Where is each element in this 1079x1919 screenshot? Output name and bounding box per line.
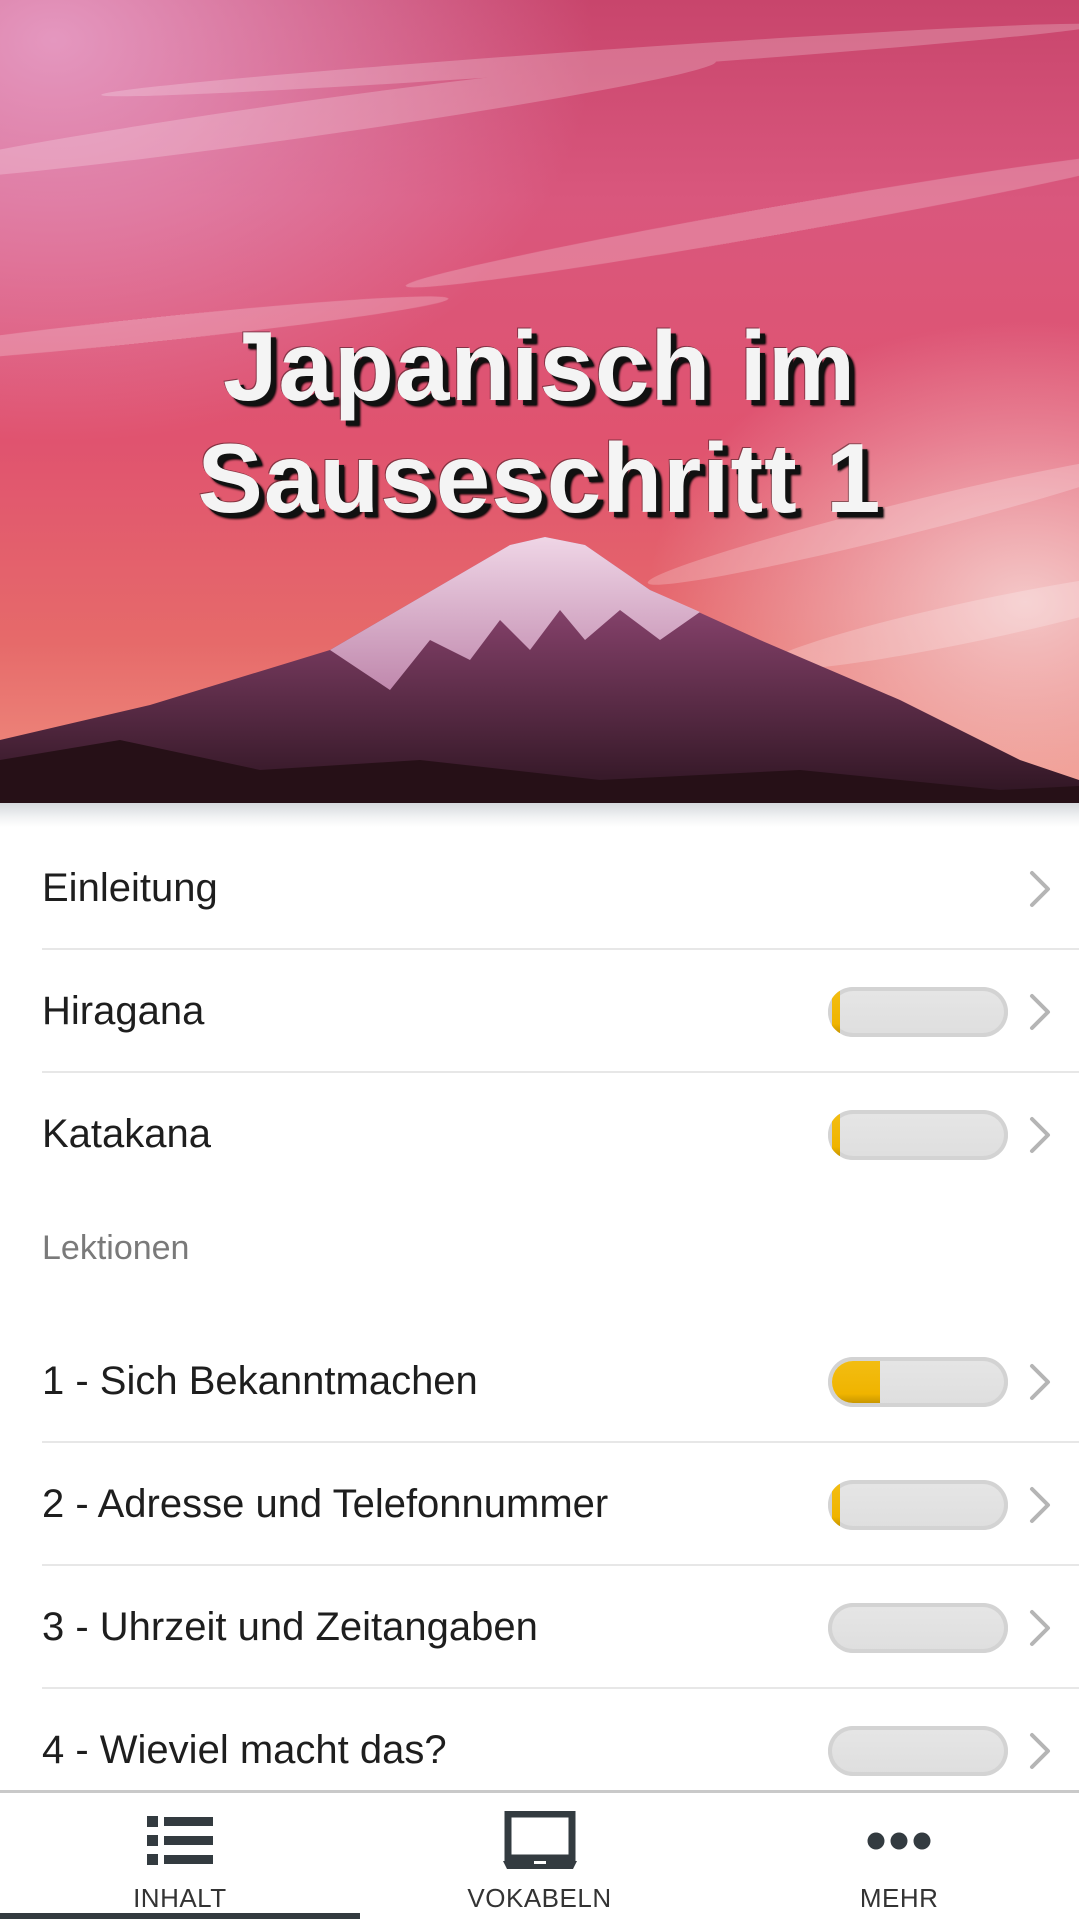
list-item-lesson-2[interactable]: 2 - Adresse und Telefonnummer <box>0 1443 1079 1566</box>
chevron-right-icon <box>1030 870 1050 907</box>
chevron-right-icon <box>1030 1732 1050 1769</box>
progress-bar <box>828 1725 1008 1776</box>
header-cover-image: Japanisch im Sauseschritt 1 <box>0 0 1079 803</box>
progress-fill <box>832 1483 840 1526</box>
list-item-lesson-1[interactable]: 1 - Sich Bekanntmachen <box>0 1320 1079 1443</box>
progress-fill <box>832 1113 840 1156</box>
contents-list: Einleitung Hiragana Katakana Lektionen 1… <box>0 827 1079 1812</box>
list-item-hiragana[interactable]: Hiragana <box>0 950 1079 1073</box>
list-item-label: Einleitung <box>42 866 218 910</box>
progress-fill <box>832 1360 880 1403</box>
more-dots-icon <box>867 1811 931 1871</box>
nav-tab-inhalt[interactable]: INHALT <box>0 1793 360 1919</box>
bottom-navigation: INHALT VOKABELN MEHR <box>0 1790 1079 1919</box>
progress-bar <box>828 1109 1008 1160</box>
chevron-right-icon <box>1030 1609 1050 1646</box>
progress-fill <box>832 990 840 1033</box>
book-title-line-2: Sauseschritt 1 <box>197 423 882 533</box>
nav-tab-label: INHALT <box>133 1883 227 1913</box>
list-icon <box>146 1811 213 1871</box>
nav-tab-label: VOKABELN <box>467 1883 612 1913</box>
nav-tab-vokabeln[interactable]: VOKABELN <box>360 1793 720 1919</box>
progress-bar <box>828 986 1008 1037</box>
chevron-right-icon <box>1030 1363 1050 1400</box>
progress-bar <box>828 1479 1008 1530</box>
nav-tab-mehr[interactable]: MEHR <box>719 1793 1079 1919</box>
list-item-lesson-3[interactable]: 3 - Uhrzeit und Zeitangaben <box>0 1566 1079 1689</box>
chevron-right-icon <box>1030 1116 1050 1153</box>
chevron-right-icon <box>1030 993 1050 1030</box>
progress-bar <box>828 1356 1008 1407</box>
header-shadow <box>0 803 1079 827</box>
laptop-icon <box>501 1811 579 1871</box>
book-title-line-1: Japanisch im <box>223 311 856 421</box>
progress-bar <box>828 1602 1008 1653</box>
list-item-katakana[interactable]: Katakana <box>0 1073 1079 1196</box>
chevron-right-icon <box>1030 1486 1050 1523</box>
section-header-lektionen: Lektionen <box>42 1228 190 1267</box>
book-title: Japanisch im Sauseschritt 1 <box>0 310 1079 534</box>
nav-tab-label: MEHR <box>859 1883 939 1913</box>
list-item-einleitung[interactable]: Einleitung <box>0 827 1079 950</box>
